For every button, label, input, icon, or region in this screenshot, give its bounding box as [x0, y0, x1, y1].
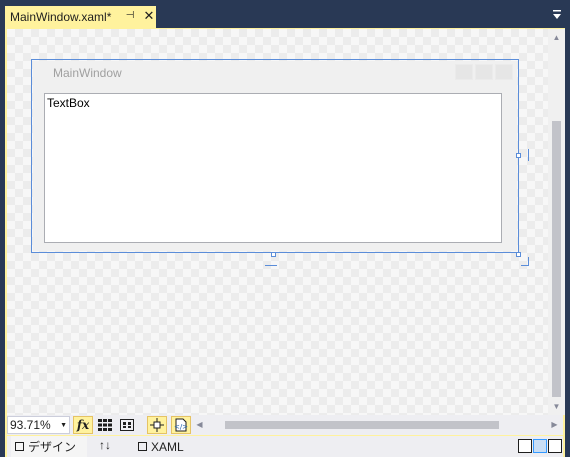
- guide-bottom: [265, 265, 277, 266]
- scroll-left-icon[interactable]: ◀: [191, 415, 208, 435]
- design-surface[interactable]: MainWindow TextBox: [7, 29, 548, 415]
- window-preview[interactable]: MainWindow TextBox: [33, 61, 517, 251]
- tab-dropdown-icon[interactable]: [551, 9, 563, 21]
- svg-text:</>: </>: [174, 423, 188, 431]
- design-icon: [15, 442, 24, 451]
- window-close-icon: [495, 64, 513, 80]
- swap-panes-icon[interactable]: ↑↓: [99, 438, 111, 452]
- scroll-down-icon[interactable]: ▼: [548, 398, 565, 415]
- snap-to-grid-button[interactable]: [117, 416, 137, 434]
- snap-to-snaplines-button[interactable]: [147, 416, 167, 434]
- project-code-button[interactable]: </>: [171, 416, 191, 434]
- textbox-text: TextBox: [47, 96, 90, 110]
- effects-button[interactable]: fx: [73, 416, 93, 434]
- guide-right: [528, 149, 529, 161]
- pin-icon[interactable]: ⊣: [123, 8, 137, 24]
- design-tab-label: デザイン: [28, 440, 77, 454]
- tab-design[interactable]: デザイン: [11, 436, 87, 457]
- project-code-icon: </>: [174, 418, 188, 432]
- scroll-up-icon[interactable]: ▲: [548, 29, 565, 46]
- snap-grid-icon: [120, 419, 134, 431]
- xaml-icon: [138, 442, 147, 451]
- scroll-right-icon[interactable]: ▶: [546, 415, 563, 435]
- close-icon[interactable]: ✕: [142, 8, 156, 24]
- xaml-tab-label: XAML: [151, 439, 184, 454]
- designer-toolbar: 93.71% ▼ fx </> ◀ ▶: [7, 415, 563, 435]
- designer-frame: MainWindow TextBox ▲ ▼ 93.71% ▼ fx </> ◀…: [5, 28, 565, 457]
- guide-corner-h: [521, 265, 529, 266]
- show-grid-button[interactable]: [95, 416, 115, 434]
- window-caption-buttons: [455, 64, 513, 80]
- minimize-icon: [455, 64, 473, 80]
- resize-handle-corner[interactable]: [516, 252, 521, 257]
- tab-mainwindow-xaml[interactable]: MainWindow.xaml* ⊣ ✕: [5, 6, 156, 28]
- horizontal-scroll-thumb[interactable]: [225, 421, 499, 429]
- fx-icon: fx: [76, 418, 90, 432]
- collapse-pane-icon[interactable]: [548, 439, 562, 453]
- zoom-combobox[interactable]: 93.71% ▼: [7, 416, 70, 434]
- resize-handle-bottom[interactable]: [271, 252, 276, 257]
- chevron-down-icon: ▼: [60, 422, 67, 429]
- horizontal-scrollbar[interactable]: ◀ ▶: [191, 415, 563, 435]
- horizontal-split-icon[interactable]: [533, 439, 547, 453]
- snaplines-icon: [150, 418, 164, 432]
- resize-handle-right[interactable]: [516, 153, 521, 158]
- maximize-icon: [475, 64, 493, 80]
- pane-switcher-bar: デザイン ↑↓ XAML: [7, 436, 563, 457]
- vertical-scroll-thumb[interactable]: [552, 121, 561, 397]
- grid-icon: [98, 419, 112, 431]
- vertical-scrollbar[interactable]: ▲ ▼: [548, 29, 565, 415]
- document-tab-strip: MainWindow.xaml* ⊣ ✕: [0, 0, 570, 28]
- textbox-control[interactable]: TextBox: [44, 93, 502, 243]
- tab-xaml[interactable]: XAML: [138, 436, 198, 457]
- tab-title: MainWindow.xaml*: [10, 10, 112, 24]
- guide-corner-v: [528, 257, 529, 265]
- zoom-value: 93.71%: [10, 418, 51, 432]
- vertical-split-icon[interactable]: [518, 439, 532, 453]
- window-title: MainWindow: [53, 66, 122, 80]
